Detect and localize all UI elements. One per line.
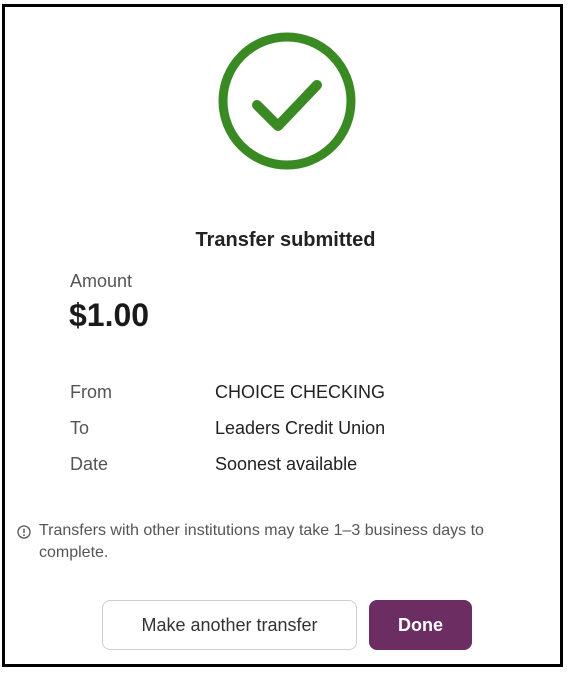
- from-value: CHOICE CHECKING: [215, 382, 386, 402]
- processing-notice: Transfers with other institutions may ta…: [17, 520, 547, 564]
- notice-text: Transfers with other institutions may ta…: [39, 522, 484, 561]
- transfer-confirmation-dialog: Transfer submitted Amount $1.00 From CHO…: [2, 4, 563, 667]
- check-circle-icon: [216, 27, 358, 175]
- done-button[interactable]: Done: [369, 600, 472, 650]
- confirmation-title: Transfer submitted: [195, 229, 376, 251]
- make-another-transfer-button[interactable]: Make another transfer: [102, 600, 357, 650]
- detail-row-from: From CHOICE CHECKING: [70, 382, 550, 406]
- date-label: Date: [70, 454, 109, 474]
- detail-row-date: Date Soonest available: [70, 454, 550, 478]
- amount-value: $1.00: [69, 297, 150, 333]
- detail-row-to: To Leaders Credit Union: [70, 418, 550, 442]
- amount-label: Amount: [70, 271, 133, 291]
- date-value: Soonest available: [215, 454, 358, 474]
- to-value: Leaders Credit Union: [215, 418, 386, 438]
- info-circle-icon: [17, 524, 31, 539]
- from-label: From: [70, 382, 112, 402]
- to-label: To: [70, 418, 90, 438]
